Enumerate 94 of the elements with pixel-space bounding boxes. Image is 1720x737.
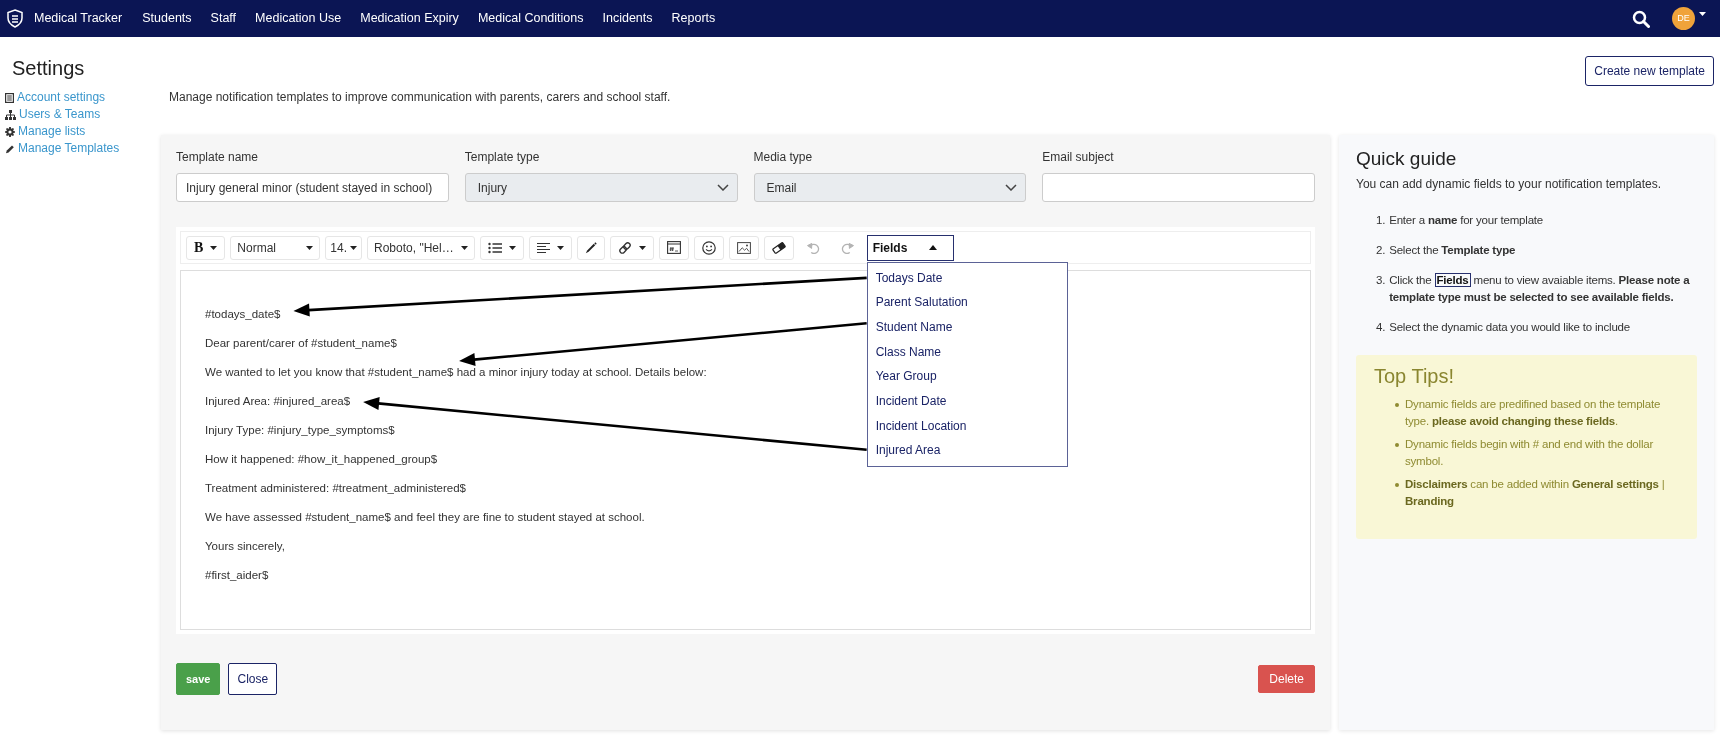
- editor-text-line: Dear parent/carer of #student_name$: [205, 337, 397, 349]
- tip-text: Disclaimers can be added within General settings | Branding: [1405, 477, 1666, 509]
- guide-step: Enter a name for your template: [1389, 212, 1544, 229]
- list-button[interactable]: [479, 235, 524, 260]
- field-label: Template type: [464, 150, 541, 164]
- template-name-input[interactable]: Injury general minor (student stayed in school): [176, 173, 449, 202]
- menu-item[interactable]: Parent Salutation: [867, 290, 1067, 315]
- guide-step: Select the Template type: [1389, 242, 1516, 259]
- bullet-icon: [1395, 483, 1399, 487]
- list-icon: [487, 241, 502, 254]
- caret-icon: [210, 245, 218, 250]
- caret-up-icon: [928, 245, 937, 250]
- delete-button[interactable]: Delete: [1258, 665, 1315, 693]
- nav-link[interactable]: Medication Expiry: [360, 9, 459, 28]
- bold-button[interactable]: B: [186, 235, 226, 260]
- step-number: 1.: [1376, 213, 1386, 228]
- page-title: Settings: [12, 56, 86, 80]
- chevron-down-icon: [716, 184, 729, 191]
- editor-text-line: How it happened: #how_it_happened_group$: [205, 453, 438, 465]
- caret-icon: [350, 245, 358, 250]
- color-button[interactable]: [576, 235, 605, 260]
- nav-link[interactable]: Medication Use: [255, 9, 342, 28]
- code-view-button[interactable]: [658, 235, 689, 260]
- align-left-icon: [536, 241, 550, 254]
- search-icon[interactable]: [1632, 9, 1650, 28]
- caret-icon: [460, 245, 468, 250]
- field-label: Template name: [176, 150, 260, 164]
- font-size-select[interactable]: 14.: [325, 235, 363, 260]
- step-number: 3.: [1376, 273, 1386, 288]
- guide-intro: You can add dynamic fields to your notification templates.: [1356, 177, 1663, 191]
- align-button[interactable]: [528, 235, 572, 260]
- page-description: Manage notification templates to improve communication with parents, carers and school staff.: [169, 90, 671, 104]
- menu-item[interactable]: Student Name: [867, 314, 1067, 340]
- caret-icon: [556, 245, 564, 250]
- guide-step: Click the Fields menu to view avaiable items. Please note a template type must be selected to see available fields.: [1389, 272, 1704, 306]
- editor-text-line: We have assessed #student_name$ and feel they are fine to student stayed at school.: [205, 511, 645, 523]
- nav-link[interactable]: Medical Conditions: [477, 9, 584, 28]
- link-button[interactable]: [609, 235, 654, 260]
- font-family-select[interactable]: Roboto, "Hel…: [367, 235, 475, 260]
- hierarchy-icon: [5, 109, 16, 120]
- menu-item[interactable]: Injured Area: [867, 438, 1067, 464]
- menu-item[interactable]: Year Group: [867, 364, 1067, 389]
- tip-text: Dynamic fields begin with # and end with the dollar symbol.: [1405, 437, 1655, 469]
- close-button[interactable]: Close: [228, 663, 278, 695]
- email-subject-input[interactable]: [1042, 173, 1315, 202]
- create-template-button[interactable]: Create new template: [1585, 56, 1714, 86]
- menu-item[interactable]: Todays Date: [867, 265, 1067, 291]
- menu-item[interactable]: Incident Location: [867, 413, 1067, 439]
- eraser-icon: [771, 241, 786, 254]
- pencil-icon: [5, 143, 15, 154]
- chevron-down-icon: [1005, 184, 1018, 191]
- step-number: 2.: [1376, 243, 1386, 258]
- image-icon: [736, 241, 751, 254]
- guide-title: Quick guide: [1356, 148, 1458, 170]
- bullet-icon: [1395, 443, 1399, 447]
- link-icon: [617, 240, 632, 255]
- field-label: Media type: [753, 150, 814, 164]
- tips-title: Top Tips!: [1374, 364, 1456, 388]
- editor-text-line: #first_aider$: [205, 569, 269, 581]
- shield-icon: [7, 9, 23, 28]
- menu-item[interactable]: Class Name: [867, 339, 1067, 365]
- editor-text-line: Treatment administered: #treatment_administered$: [205, 482, 466, 494]
- nav-link[interactable]: Staff: [210, 9, 237, 28]
- fields-dropdown[interactable]: Fields: [866, 234, 954, 261]
- document-icon: [5, 92, 14, 103]
- caret-icon: [306, 245, 314, 250]
- editor-text-line: Yours sincerely,: [205, 540, 285, 552]
- redo-icon: [840, 241, 854, 254]
- app-brand[interactable]: Medical Tracker: [7, 9, 123, 28]
- code-window-icon: [666, 241, 681, 254]
- menu-item[interactable]: Incident Date: [867, 389, 1067, 414]
- tip-text: Dynamic fields are predifined based on the template type. please avoid changing these fields.: [1405, 397, 1662, 429]
- emoji-button[interactable]: [693, 235, 724, 260]
- image-button[interactable]: [728, 235, 759, 260]
- undo-icon: [806, 241, 820, 254]
- editor-text-line: Injury Type: #injury_type_symptoms$: [205, 424, 395, 436]
- gear-icon: [5, 126, 15, 137]
- step-number: 4.: [1376, 320, 1386, 335]
- editor-text-line: Injured Area: #injured_area$: [205, 395, 351, 407]
- editor-text-line: #todays_date$: [205, 308, 281, 320]
- bullet-icon: [1395, 403, 1399, 407]
- smiley-icon: [701, 240, 716, 255]
- editor-text-line: We wanted to let you know that #student_name$ had a minor injury today at school. Details below:: [205, 366, 707, 378]
- nav-link[interactable]: Incidents: [602, 9, 653, 28]
- caret-icon: [638, 245, 646, 250]
- caret-icon: [508, 245, 516, 250]
- caret-icon: [1699, 11, 1706, 16]
- field-label: Email subject: [1042, 150, 1115, 164]
- pen-icon: [584, 241, 597, 254]
- nav-link[interactable]: Students: [142, 9, 192, 28]
- guide-step: Select the dynamic data you would like to include: [1389, 319, 1630, 336]
- text-style-select[interactable]: Normal: [230, 235, 321, 260]
- eraser-button[interactable]: [763, 235, 794, 260]
- nav-link[interactable]: Reports: [671, 9, 716, 28]
